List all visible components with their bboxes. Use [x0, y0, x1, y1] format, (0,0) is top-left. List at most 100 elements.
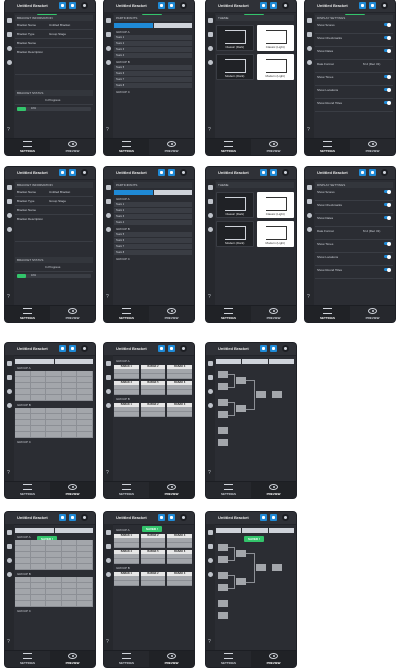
save-icon[interactable] [260, 345, 267, 352]
participants-icon[interactable] [7, 375, 12, 380]
info-icon[interactable] [7, 361, 12, 366]
participants-icon[interactable] [7, 199, 12, 204]
round-tab[interactable] [242, 528, 268, 533]
avatar[interactable] [381, 169, 388, 176]
help-icon[interactable]: ? [7, 470, 10, 476]
participants-icon[interactable] [7, 544, 12, 549]
participants-icon[interactable] [106, 199, 111, 204]
team-row[interactable]: Team 8 [114, 250, 192, 255]
settings-icon[interactable] [106, 572, 111, 577]
team-row[interactable]: Team 1 [114, 35, 192, 40]
theme-modern-light[interactable]: Modern (Light) [256, 221, 294, 247]
save-icon[interactable] [359, 169, 366, 176]
gear-icon[interactable] [270, 514, 277, 521]
tab-settings[interactable]: SETTINGS [5, 482, 50, 498]
show-checkmarks-row[interactable]: Show Checkmarks [315, 34, 393, 47]
settings-icon[interactable] [307, 227, 312, 232]
avatar[interactable] [81, 514, 88, 521]
description-field[interactable]: Bracket Description [15, 48, 93, 75]
team-row[interactable]: Team 5 [114, 65, 192, 70]
settings-icon[interactable] [208, 60, 213, 65]
avatar[interactable] [180, 514, 187, 521]
help-icon[interactable]: ? [208, 639, 211, 645]
tab-settings[interactable]: SETTINGS [305, 306, 350, 322]
avatar[interactable] [282, 2, 289, 9]
gear-icon[interactable] [69, 514, 76, 521]
field-row[interactable]: Bracket Type Group Stage [15, 197, 93, 206]
settings-icon[interactable] [106, 60, 111, 65]
tab-stage[interactable] [15, 359, 54, 364]
avatar[interactable] [282, 345, 289, 352]
help-icon[interactable]: ? [307, 294, 310, 300]
palette-icon[interactable] [208, 389, 213, 394]
avatar[interactable] [282, 169, 289, 176]
tab-by-group[interactable] [114, 190, 153, 195]
save-icon[interactable] [59, 169, 66, 176]
avatar[interactable] [81, 169, 88, 176]
info-icon[interactable] [7, 530, 12, 535]
gear-icon[interactable] [369, 2, 376, 9]
round-tab[interactable] [242, 359, 268, 364]
help-icon[interactable]: ? [106, 470, 109, 476]
participants-icon[interactable] [106, 375, 111, 380]
round-tab[interactable] [216, 528, 242, 533]
team-row[interactable]: Team 6 [114, 238, 192, 243]
tab-preview[interactable]: PREVIEW [50, 651, 95, 667]
help-icon[interactable]: ? [106, 639, 109, 645]
description-field[interactable]: Bracket Description [15, 215, 93, 242]
tab-all[interactable] [153, 190, 192, 195]
palette-icon[interactable] [307, 46, 312, 51]
status-row[interactable]: In Progress [15, 96, 93, 105]
settings-icon[interactable] [7, 403, 12, 408]
tab-settings[interactable]: SETTINGS [206, 139, 251, 155]
info-icon[interactable] [208, 18, 213, 23]
gear-icon[interactable] [168, 514, 175, 521]
theme-modern-dark[interactable]: Modern (Dark) [216, 54, 254, 80]
status-row[interactable]: In Progress [15, 263, 93, 272]
participants-icon[interactable] [307, 32, 312, 37]
tab-stage[interactable] [15, 528, 54, 533]
tab-preview[interactable]: PREVIEW [350, 306, 395, 322]
save-icon[interactable] [158, 345, 165, 352]
tab-settings[interactable]: SETTINGS [5, 651, 50, 667]
palette-icon[interactable] [106, 558, 111, 563]
tab-stage[interactable] [54, 359, 93, 364]
tab-stage[interactable] [54, 528, 93, 533]
palette-icon[interactable] [208, 558, 213, 563]
help-icon[interactable]: ? [7, 294, 10, 300]
show-locations-row[interactable]: Show Locations [315, 253, 393, 266]
info-icon[interactable] [208, 361, 213, 366]
date-format-row[interactable]: Date Format M d (Dec 31) [315, 227, 393, 240]
tab-all[interactable] [153, 23, 192, 28]
settings-icon[interactable] [307, 60, 312, 65]
team-row[interactable]: Team 7 [114, 77, 192, 82]
round-tab[interactable] [268, 528, 294, 533]
team-row[interactable]: Team 4 [114, 53, 192, 58]
field-row[interactable]: Bracket Name Untitled Bracket [15, 188, 93, 197]
participants-icon[interactable] [208, 544, 213, 549]
tab-settings[interactable]: SETTINGS [206, 482, 251, 498]
settings-icon[interactable] [106, 403, 111, 408]
save-icon[interactable] [260, 2, 267, 9]
palette-icon[interactable] [7, 213, 12, 218]
settings-icon[interactable] [7, 227, 12, 232]
gear-icon[interactable] [270, 169, 277, 176]
round-tab[interactable] [216, 359, 242, 364]
theme-classic-light[interactable]: Classic (Light) [256, 192, 294, 218]
participants-icon[interactable] [208, 199, 213, 204]
save-icon[interactable] [158, 514, 165, 521]
palette-icon[interactable] [7, 389, 12, 394]
tab-preview[interactable]: PREVIEW [149, 651, 194, 667]
participants-icon[interactable] [106, 32, 111, 37]
show-checkmarks-row[interactable]: Show Checkmarks [315, 201, 393, 214]
team-row[interactable]: Team 3 [114, 47, 192, 52]
theme-classic-dark[interactable]: Classic (Dark) [216, 192, 254, 218]
gear-icon[interactable] [168, 169, 175, 176]
info-icon[interactable] [208, 185, 213, 190]
avatar[interactable] [180, 2, 187, 9]
field-row[interactable]: Bracket Name Untitled Bracket [15, 21, 93, 30]
team-row[interactable]: Team 3 [114, 214, 192, 219]
avatar[interactable] [180, 345, 187, 352]
info-icon[interactable] [106, 361, 111, 366]
save-icon[interactable] [59, 2, 66, 9]
